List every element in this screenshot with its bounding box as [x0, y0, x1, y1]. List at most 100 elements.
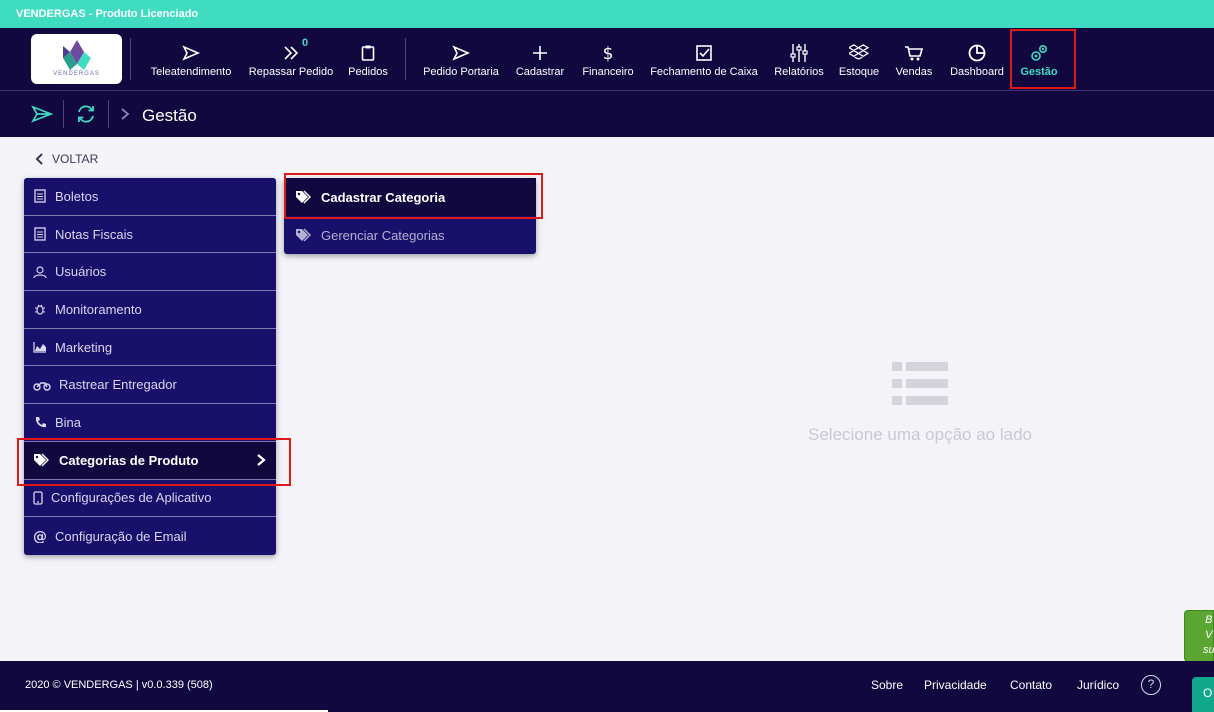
dollar-icon: $: [603, 44, 614, 64]
nav-pedidos[interactable]: Pedidos: [346, 42, 390, 82]
divider: [405, 38, 406, 80]
phone-icon: [35, 416, 46, 428]
license-title: VENDERGAS - Produto Licenciado: [16, 8, 199, 20]
menu-item-label: Rastrear Entregador: [59, 377, 177, 393]
nav-financeiro[interactable]: $ Financeiro: [580, 42, 636, 82]
nav-label: Financeiro: [582, 66, 634, 78]
dropbox-icon: [849, 44, 869, 60]
submenu-gerenciar-categorias[interactable]: Gerenciar Categorias: [284, 216, 536, 254]
divider: [63, 100, 64, 128]
chevron-right-icon: [257, 454, 266, 467]
logo[interactable]: VENDERGAS: [31, 34, 122, 84]
nav-label: Cadastrar: [515, 66, 565, 78]
logo-icon: [63, 40, 91, 70]
menu-item-configuracao-de-email[interactable]: @ Configuração de Email: [24, 517, 276, 555]
nav-label: Gestão: [1020, 66, 1058, 78]
bug-icon: [35, 305, 45, 316]
copyright: 2020 © VENDERGAS | v0.0.339 (508): [25, 679, 213, 691]
back-label: VOLTAR: [52, 152, 99, 166]
sub-toolbar: Gestão: [0, 91, 1214, 137]
at-icon: @: [33, 529, 47, 543]
page-title: Gestão: [142, 106, 197, 125]
nav-fechamento-de-caixa[interactable]: Fechamento de Caixa: [648, 42, 760, 82]
menu-item-label: Notas Fiscais: [55, 226, 134, 242]
document-icon: [34, 189, 46, 203]
nav-label: Estoque: [838, 66, 880, 78]
footer-link-privacidade[interactable]: Privacidade: [924, 678, 987, 692]
tags-icon: [296, 228, 311, 242]
back-button[interactable]: VOLTAR: [34, 152, 98, 166]
footer-link-contato[interactable]: Contato: [1010, 678, 1052, 692]
menu-item-rastrear-entregador[interactable]: Rastrear Entregador: [24, 366, 276, 405]
footer-link-juridico[interactable]: Jurídico: [1077, 678, 1119, 692]
send-icon[interactable]: [31, 105, 53, 123]
menu-item-label: Categorias de Produto: [59, 452, 199, 468]
menu-item-usuarios[interactable]: Usuários: [24, 253, 276, 292]
nav-teleatendimento[interactable]: Teleatendimento: [148, 42, 234, 82]
submenu-cadastrar-categoria[interactable]: Cadastrar Categoria: [284, 178, 536, 216]
double-chevron-icon: [284, 46, 299, 60]
menu-item-label: Monitoramento: [55, 301, 142, 317]
menu-item-notas-fiscais[interactable]: Notas Fiscais: [24, 216, 276, 254]
menu-item-configuracoes-de-aplicativo[interactable]: Configurações de Aplicativo: [24, 480, 276, 518]
tags-icon: [296, 190, 311, 204]
header: VENDERGAS Teleatendimento 0 Repassar Ped…: [0, 28, 1214, 137]
nav-dashboard[interactable]: Dashboard: [946, 42, 1008, 82]
nav-relatorios[interactable]: Relatórios: [772, 42, 826, 82]
logo-text: VENDERGAS: [53, 71, 100, 77]
nav-label: Fechamento de Caixa: [650, 66, 758, 78]
menu-item-marketing[interactable]: Marketing: [24, 329, 276, 367]
nav-gestao[interactable]: Gestão: [1016, 42, 1062, 82]
empty-state: Selecione uma opção ao lado: [780, 362, 1060, 445]
nav-repassar-pedido[interactable]: 0 Repassar Pedido: [248, 37, 334, 82]
checkbox-icon: [696, 45, 712, 61]
menu-item-monitoramento[interactable]: Monitoramento: [24, 291, 276, 329]
divider: [130, 38, 131, 80]
submenu-item-label: Gerenciar Categorias: [321, 227, 445, 243]
help-icon[interactable]: ?: [1141, 675, 1161, 695]
nav-estoque[interactable]: Estoque: [836, 42, 882, 82]
refresh-icon[interactable]: [75, 103, 97, 125]
divider: [108, 100, 109, 128]
send-icon: [182, 45, 201, 61]
svg-text:$: $: [603, 44, 614, 64]
nav-label: Repassar Pedido: [248, 66, 334, 78]
footer-link-sobre[interactable]: Sobre: [871, 678, 903, 692]
document-icon: [34, 227, 46, 241]
svg-text:@: @: [33, 529, 47, 543]
feedback-widget-text: B V su: [1203, 614, 1214, 656]
menu-item-categorias-de-produto[interactable]: Categorias de Produto: [24, 441, 276, 480]
list-icon: [892, 362, 948, 405]
license-bar: VENDERGAS - Produto Licenciado: [0, 0, 1214, 28]
chat-widget[interactable]: O: [1192, 677, 1214, 712]
footer: 2020 © VENDERGAS | v0.0.339 (508) Sobre …: [0, 661, 1214, 712]
chevron-left-icon: [35, 153, 43, 165]
submenu-item-label: Cadastrar Categoria: [321, 189, 446, 205]
nav-label: Pedidos: [348, 66, 388, 78]
menu-item-boletos[interactable]: Boletos: [24, 178, 276, 216]
nav-cadastrar[interactable]: Cadastrar: [512, 42, 568, 82]
nav-vendas[interactable]: Vendas: [893, 42, 935, 82]
sliders-icon: [790, 44, 808, 62]
plus-icon: [533, 46, 547, 60]
menu-item-label: Marketing: [55, 339, 113, 355]
feedback-widget[interactable]: B V su: [1184, 610, 1214, 662]
menu-item-bina[interactable]: Bina: [24, 404, 276, 442]
nav-label: Pedido Portaria: [423, 66, 499, 78]
users-icon: [33, 266, 47, 278]
cart-icon: [905, 46, 924, 61]
nav-label: Dashboard: [950, 66, 1004, 78]
menu-item-label: Configurações de Aplicativo: [51, 490, 212, 506]
tags-icon: [34, 453, 49, 467]
nav-label: Teleatendimento: [150, 66, 232, 78]
gears-icon: [1031, 44, 1048, 61]
nav-label: Relatórios: [774, 66, 824, 78]
menu-item-label: Bina: [55, 414, 82, 430]
chat-widget-text: O: [1203, 686, 1213, 700]
empty-state-text: Selecione uma opção ao lado: [808, 425, 1032, 444]
menu-item-label: Boletos: [55, 188, 99, 204]
chevron-right-icon: [121, 108, 130, 120]
menu-item-label: Configuração de Email: [55, 528, 187, 544]
management-menu: Boletos Notas Fiscais Usuários Monitoram…: [24, 178, 276, 555]
nav-pedido-portaria[interactable]: Pedido Portaria: [421, 42, 501, 82]
